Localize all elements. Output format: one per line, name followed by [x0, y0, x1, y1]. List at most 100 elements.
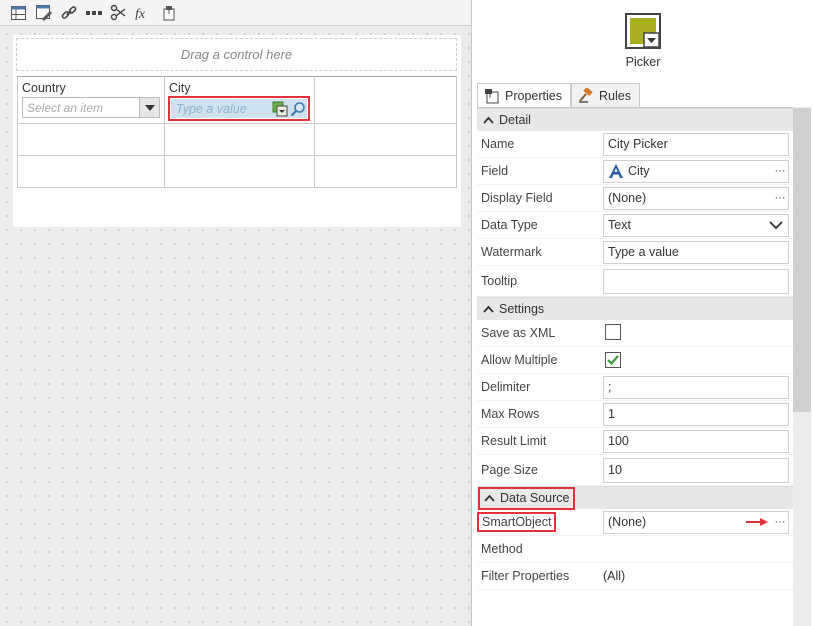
ellipsis-button[interactable]: ··· [772, 192, 788, 204]
section-title: Detail [499, 113, 531, 127]
arrow-right-icon [746, 518, 768, 526]
prop-row-field: Field City ··· [477, 158, 793, 185]
delimiter-input[interactable]: ; [603, 375, 789, 399]
design-canvas[interactable]: Drag a control here Country Select an it… [0, 27, 471, 626]
fx-icon[interactable]: fx [135, 4, 152, 21]
max-rows-input[interactable]: 1 [603, 402, 789, 426]
chevron-up-icon [483, 305, 494, 313]
table-cell[interactable] [164, 155, 315, 188]
ellipsis-button[interactable]: ··· [772, 516, 788, 528]
prop-row-smartobject: SmartObject (None) ··· [477, 509, 793, 536]
prop-label: Display Field [481, 191, 553, 205]
table-cell[interactable]: City Type a value [164, 76, 315, 124]
prop-label: Method [481, 542, 523, 556]
prop-row-tooltip: Tooltip [477, 266, 793, 297]
table-icon[interactable] [10, 4, 27, 21]
scrollbar-thumb[interactable] [793, 108, 811, 412]
prop-label: Name [481, 137, 515, 151]
tab-properties[interactable]: Properties [477, 83, 571, 107]
section-data-source[interactable]: Data Source [477, 486, 793, 510]
properties-panel: Picker Properties Rules Detail Name City… [473, 0, 813, 626]
smartobject-selector[interactable]: (None) ··· [603, 510, 789, 534]
prop-label: Watermark [481, 245, 542, 259]
scissors-icon[interactable] [110, 4, 127, 21]
prop-row-save-as-xml: Save as XML [477, 320, 793, 347]
prop-row-result-limit: Result Limit 100 [477, 428, 793, 455]
control-header: Picker [473, 0, 813, 82]
prop-label: Allow Multiple [481, 353, 558, 367]
table-cell[interactable]: Country Select an item [17, 76, 165, 124]
picker-icon [625, 13, 661, 49]
layout-table: Country Select an item City Type a value [17, 76, 457, 188]
prop-label-wrap: SmartObject [477, 512, 603, 532]
form-designer: fx Drag a control here Country Select an… [0, 0, 472, 626]
prop-row-max-rows: Max Rows 1 [477, 401, 793, 428]
chevron-up-icon [483, 116, 494, 124]
prop-label: Data Type [481, 218, 538, 232]
pin-icon[interactable] [160, 4, 177, 21]
checkmark-icon [607, 355, 619, 365]
prop-label: Tooltip [481, 274, 518, 288]
prop-row-watermark: Watermark Type a value [477, 239, 793, 266]
more-icon[interactable] [85, 4, 102, 21]
prop-label: Max Rows [481, 407, 540, 421]
prop-label: Save as XML [481, 326, 556, 340]
display-field-selector[interactable]: (None) ··· [603, 186, 789, 210]
prop-row-display-field: Display Field (None) ··· [477, 185, 793, 212]
tab-rules-label: Rules [598, 88, 631, 103]
data-source-highlight: Data Source [478, 486, 576, 510]
link-icon[interactable] [60, 4, 77, 21]
tab-properties-label: Properties [505, 88, 562, 103]
control-type-label: Picker [625, 55, 661, 69]
table-cell[interactable] [17, 155, 165, 188]
drop-zone[interactable]: Drag a control here [16, 38, 457, 71]
gavel-icon [578, 87, 593, 103]
ellipsis-button[interactable]: ··· [772, 165, 788, 177]
page-size-input[interactable]: 10 [603, 457, 789, 483]
name-input[interactable]: City Picker [603, 132, 789, 156]
prop-row-delimiter: Delimiter ; [477, 374, 793, 401]
field-selector[interactable]: City ··· [603, 159, 789, 183]
city-picker-placeholder: Type a value [176, 101, 247, 116]
prop-label: Field [481, 164, 509, 178]
section-settings[interactable]: Settings [477, 297, 793, 320]
tooltip-input[interactable] [603, 268, 789, 294]
table-cell[interactable] [314, 123, 457, 156]
data-type-select[interactable]: Text [603, 213, 789, 237]
watermark-input[interactable]: Type a value [603, 240, 789, 264]
country-dropdown[interactable]: Select an item [22, 97, 160, 118]
table-cell[interactable] [314, 155, 457, 188]
panel-tabs: Properties Rules [477, 83, 640, 107]
allow-multiple-checkbox[interactable] [605, 352, 621, 368]
vertical-scrollbar[interactable] [793, 107, 811, 626]
city-picker-control[interactable]: Type a value [168, 96, 310, 121]
property-grid: Detail Name City Picker Field City ··· D… [477, 107, 793, 626]
prop-row-name: Name City Picker [477, 131, 793, 158]
tab-rules[interactable]: Rules [570, 83, 640, 107]
form-view: Drag a control here Country Select an it… [13, 35, 461, 227]
prop-row-filter-properties: Filter Properties (All) [477, 563, 793, 590]
prop-label: Page Size [481, 463, 538, 477]
prop-label: Filter Properties [481, 569, 570, 583]
country-label: Country [22, 81, 66, 95]
table-cell[interactable] [314, 76, 457, 124]
section-title: Settings [499, 302, 545, 316]
section-title: Data Source [500, 491, 570, 505]
city-label: City [169, 81, 191, 95]
search-icon[interactable] [289, 100, 307, 118]
prop-row-allow-multiple: Allow Multiple [477, 347, 793, 374]
chevron-down-icon[interactable] [769, 220, 783, 230]
save-as-xml-checkbox[interactable] [605, 323, 621, 340]
prop-row-data-type: Data Type Text [477, 212, 793, 239]
section-detail[interactable]: Detail [477, 108, 793, 131]
result-limit-input[interactable]: 100 [603, 429, 789, 453]
properties-icon [485, 88, 499, 103]
dropdown-arrow-icon[interactable] [139, 98, 159, 117]
table-cell[interactable] [164, 123, 315, 156]
picker-dropdown-icon[interactable] [271, 100, 289, 118]
edit-form-icon[interactable] [35, 4, 52, 21]
designer-toolbar: fx [0, 0, 471, 26]
filter-properties-value[interactable]: (All) [603, 569, 625, 583]
table-cell[interactable] [17, 123, 165, 156]
text-field-icon [609, 164, 623, 178]
